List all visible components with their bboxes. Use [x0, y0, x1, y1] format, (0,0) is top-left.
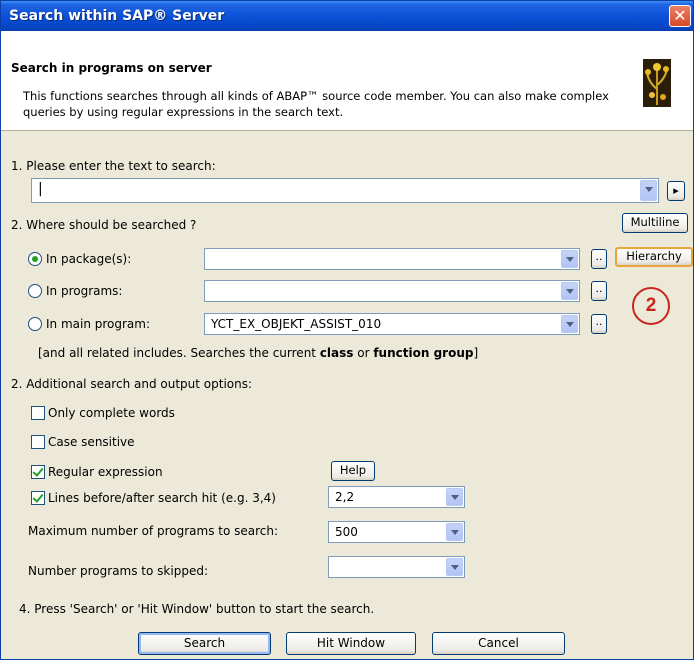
step1-label: 1. Please enter the text to search: [11, 159, 216, 173]
checkbox-case-sensitive[interactable] [31, 435, 45, 449]
main-program-note: [and all related includes. Searches the … [38, 346, 478, 360]
close-icon[interactable]: ✕ [669, 5, 691, 27]
only-complete-words-label: Only complete words [48, 406, 175, 420]
note-function-group: function group [373, 346, 474, 360]
radio-in-programs-label: In programs: [46, 284, 123, 298]
header-title: Search in programs on server [11, 61, 212, 75]
max-programs-value: 500 [335, 525, 358, 539]
main-program-browse-button[interactable]: .. [591, 314, 607, 334]
note-or: or [353, 346, 374, 360]
lines-before-after-label: Lines before/after search hit (e.g. 3,4) [48, 491, 276, 505]
step3-label: 2. Additional search and output options: [11, 377, 253, 391]
case-sensitive-label: Case sensitive [48, 435, 135, 449]
search-text-caret: | [38, 181, 43, 197]
checkbox-regular-expression[interactable] [31, 465, 45, 479]
checkbox-only-complete-words[interactable] [31, 406, 45, 420]
main-program-dropdown-icon[interactable] [561, 315, 578, 333]
search-text-next-button[interactable]: ▸ [667, 181, 685, 201]
checkbox-lines-before-after[interactable] [31, 491, 45, 505]
radio-in-programs[interactable] [28, 284, 42, 298]
programs-skipped-label: Number programs to skipped: [28, 564, 208, 578]
programs-dropdown-icon[interactable] [561, 282, 578, 300]
max-programs-label: Maximum number of programs to search: [28, 524, 279, 538]
lines-before-after-combo[interactable]: 2,2 [328, 486, 465, 508]
radio-in-main-program[interactable] [28, 317, 42, 331]
main-program-combo-value: YCT_EX_OBJEKT_ASSIST_010 [211, 317, 382, 331]
regular-expression-label: Regular expression [48, 465, 163, 479]
hit-window-button[interactable]: Hit Window [286, 632, 416, 655]
search-text-dropdown-icon[interactable] [640, 180, 657, 201]
lines-before-after-dropdown-icon[interactable] [446, 488, 463, 506]
step2-label: 2. Where should be searched ? [11, 218, 197, 232]
cancel-button[interactable]: Cancel [432, 632, 565, 655]
annotation-badge: 2 [632, 287, 670, 325]
main-program-combo[interactable]: YCT_EX_OBJEKT_ASSIST_010 [204, 313, 580, 335]
radio-in-packages[interactable] [28, 252, 42, 266]
search-button[interactable]: Search [138, 632, 271, 655]
packages-combo[interactable] [204, 248, 580, 270]
max-programs-combo[interactable]: 500 [328, 521, 465, 543]
note-suffix: ] [473, 346, 479, 360]
programs-browse-button[interactable]: .. [591, 281, 607, 301]
radio-in-main-program-label: In main program: [46, 317, 151, 331]
plant-logo-icon [643, 59, 671, 107]
programs-skipped-dropdown-icon[interactable] [446, 558, 463, 576]
search-text-input[interactable]: | [31, 178, 659, 203]
programs-combo[interactable] [204, 280, 580, 302]
programs-skipped-combo[interactable] [328, 556, 465, 578]
note-class: class [319, 346, 354, 360]
hierarchy-button[interactable]: Hierarchy [615, 247, 693, 267]
radio-in-packages-label: In package(s): [46, 252, 132, 266]
title-bar[interactable]: Search within SAP® Server ✕ [1, 1, 693, 31]
packages-browse-button[interactable]: .. [591, 249, 607, 269]
packages-dropdown-icon[interactable] [561, 250, 578, 268]
dialog-header: Search in programs on server This functi… [1, 31, 693, 131]
window-title: Search within SAP® Server [9, 8, 225, 24]
header-description: This functions searches through all kind… [23, 89, 609, 119]
lines-before-after-value: 2,2 [335, 490, 355, 504]
note-prefix: [and all related includes. Searches the … [38, 346, 320, 360]
multiline-button[interactable]: Multiline [622, 213, 688, 233]
step4-label: 4. Press 'Search' or 'Hit Window' button… [19, 602, 375, 616]
max-programs-dropdown-icon[interactable] [446, 523, 463, 541]
search-dialog: Search within SAP® Server ✕ Search in pr… [0, 0, 694, 660]
help-button[interactable]: Help [331, 461, 375, 481]
